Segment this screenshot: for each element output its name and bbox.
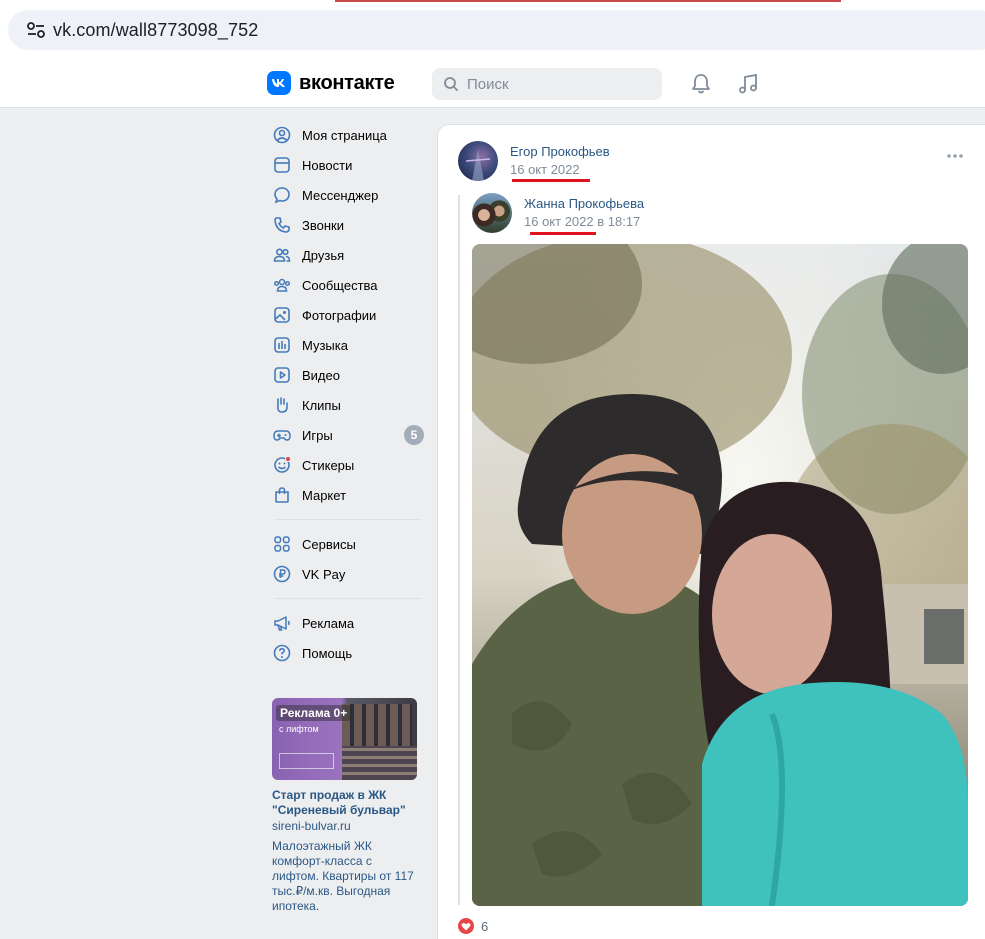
- sidebar-item-label: Моя страница: [302, 127, 387, 143]
- ad-label-badge: Реклама 0+: [276, 705, 352, 721]
- ad-domain[interactable]: sireni-bulvar.ru: [272, 819, 422, 834]
- vk-logo[interactable]: вконтакте: [267, 71, 395, 95]
- phone-icon: [272, 215, 292, 235]
- sidebar-item-label: Маркет: [302, 487, 347, 503]
- sidebar-item-clips[interactable]: Клипы: [268, 390, 428, 420]
- sidebar-item-ads[interactable]: Реклама: [268, 608, 428, 638]
- sidebar-item-friends[interactable]: Друзья: [268, 240, 428, 270]
- sidebar-item-stickers[interactable]: Стикеры: [268, 450, 428, 480]
- like-count: 6: [481, 918, 489, 934]
- sidebar-item-label: Новости: [302, 157, 353, 173]
- notification-dot: [285, 456, 291, 462]
- post-photo[interactable]: [472, 244, 968, 906]
- sidebar-item-music[interactable]: Музыка: [268, 330, 428, 360]
- avatar[interactable]: [472, 193, 512, 233]
- music-icon: [272, 335, 292, 355]
- vk-logo-icon: [267, 71, 291, 95]
- megaphone-icon: [272, 613, 292, 633]
- search-icon: [444, 77, 458, 91]
- ad-brand-logo: [279, 753, 334, 769]
- bag-icon: [272, 485, 292, 505]
- chat-icon: [272, 185, 292, 205]
- ad-image[interactable]: Реклама 0+ с лифтом: [272, 698, 417, 780]
- services-icon: [272, 534, 292, 554]
- sidebar-item-games[interactable]: Игры 5: [268, 420, 428, 450]
- sidebar-item-market[interactable]: Маркет: [268, 480, 428, 510]
- sidebar-item-label: Музыка: [302, 337, 348, 353]
- avatar[interactable]: [458, 141, 498, 181]
- friends-icon: [272, 245, 292, 265]
- sidebar-item-label: Мессенджер: [302, 187, 379, 203]
- photo-content: [472, 244, 968, 906]
- address-bar[interactable]: vk.com/wall8773098_752: [8, 10, 985, 50]
- sidebar-item-services[interactable]: Сервисы: [268, 529, 428, 559]
- ad-title[interactable]: Старт продаж в ЖК "Сиреневый бульвар": [272, 788, 422, 818]
- vkpay-icon: [272, 564, 292, 584]
- browser-toolbar: vk.com/wall8773098_752: [0, 0, 985, 60]
- sidebar-item-news[interactable]: Новости: [268, 150, 428, 180]
- sidebar-ad[interactable]: Реклама 0+ с лифтом Старт продаж в ЖК "С…: [272, 698, 422, 914]
- sidebar-divider: [274, 598, 422, 599]
- gamepad-icon: [272, 425, 292, 445]
- sidebar-item-help[interactable]: Помощь: [268, 638, 428, 668]
- url-text[interactable]: vk.com/wall8773098_752: [53, 20, 258, 41]
- sidebar-item-label: Сообщества: [302, 277, 378, 293]
- sidebar: Моя страница Новости Мессенджер Звонки Д…: [268, 120, 428, 668]
- sidebar-item-calls[interactable]: Звонки: [268, 210, 428, 240]
- heart-icon: [458, 918, 474, 934]
- sidebar-item-vkpay[interactable]: VK Pay: [268, 559, 428, 589]
- site-info-icon[interactable]: [26, 21, 46, 39]
- clips-icon: [272, 395, 292, 415]
- ad-building-graphic: [342, 746, 417, 780]
- games-badge: 5: [404, 425, 424, 445]
- repost-indicator-line: [458, 195, 460, 905]
- search-placeholder: Поиск: [467, 76, 509, 93]
- sidebar-item-label: Игры: [302, 427, 333, 443]
- bell-icon[interactable]: [690, 73, 712, 95]
- video-icon: [272, 365, 292, 385]
- sidebar-item-messenger[interactable]: Мессенджер: [268, 180, 428, 210]
- post-date[interactable]: 16 окт 2022: [510, 162, 580, 177]
- sidebar-item-label: Помощь: [302, 645, 353, 661]
- sidebar-item-label: Сервисы: [302, 536, 356, 552]
- sidebar-item-label: Стикеры: [302, 457, 355, 473]
- repost-author-name[interactable]: Жанна Прокофьева: [524, 196, 644, 211]
- user-icon: [272, 125, 292, 145]
- more-icon[interactable]: [946, 153, 964, 159]
- red-underline-mark: [530, 232, 596, 235]
- sidebar-item-label: VK Pay: [302, 566, 346, 582]
- ad-image-text: с лифтом: [279, 724, 319, 734]
- red-underline-mark: [512, 179, 590, 182]
- sidebar-item-my-page[interactable]: Моя страница: [268, 120, 428, 150]
- likes-button[interactable]: 6: [458, 918, 488, 934]
- ad-description[interactable]: Малоэтажный ЖК комфорт-класса с лифтом. …: [272, 839, 422, 914]
- sidebar-item-label: Друзья: [302, 247, 345, 263]
- repost-date[interactable]: 16 окт 2022 в 18:17: [524, 214, 640, 229]
- sidebar-item-communities[interactable]: Сообщества: [268, 270, 428, 300]
- sidebar-item-photos[interactable]: Фотографии: [268, 300, 428, 330]
- logo-text: вконтакте: [299, 71, 395, 94]
- search-input[interactable]: Поиск: [432, 68, 662, 100]
- sidebar-item-label: Клипы: [302, 397, 341, 413]
- communities-icon: [272, 275, 292, 295]
- sidebar-divider: [274, 519, 422, 520]
- help-icon: [272, 643, 292, 663]
- wall-post: Егор Прокофьев 16 окт 2022 Жанна Прокофь…: [437, 124, 985, 939]
- photo-icon: [272, 305, 292, 325]
- sidebar-item-video[interactable]: Видео: [268, 360, 428, 390]
- sidebar-item-label: Видео: [302, 367, 340, 383]
- music-icon[interactable]: [737, 73, 759, 95]
- sidebar-item-label: Реклама: [302, 615, 355, 631]
- sidebar-item-label: Звонки: [302, 217, 344, 233]
- sidebar-item-label: Фотографии: [302, 307, 377, 323]
- tab-accent: [335, 0, 841, 2]
- site-header: вконтакте Поиск: [0, 60, 985, 108]
- post-author-name[interactable]: Егор Прокофьев: [510, 144, 610, 159]
- news-icon: [272, 155, 292, 175]
